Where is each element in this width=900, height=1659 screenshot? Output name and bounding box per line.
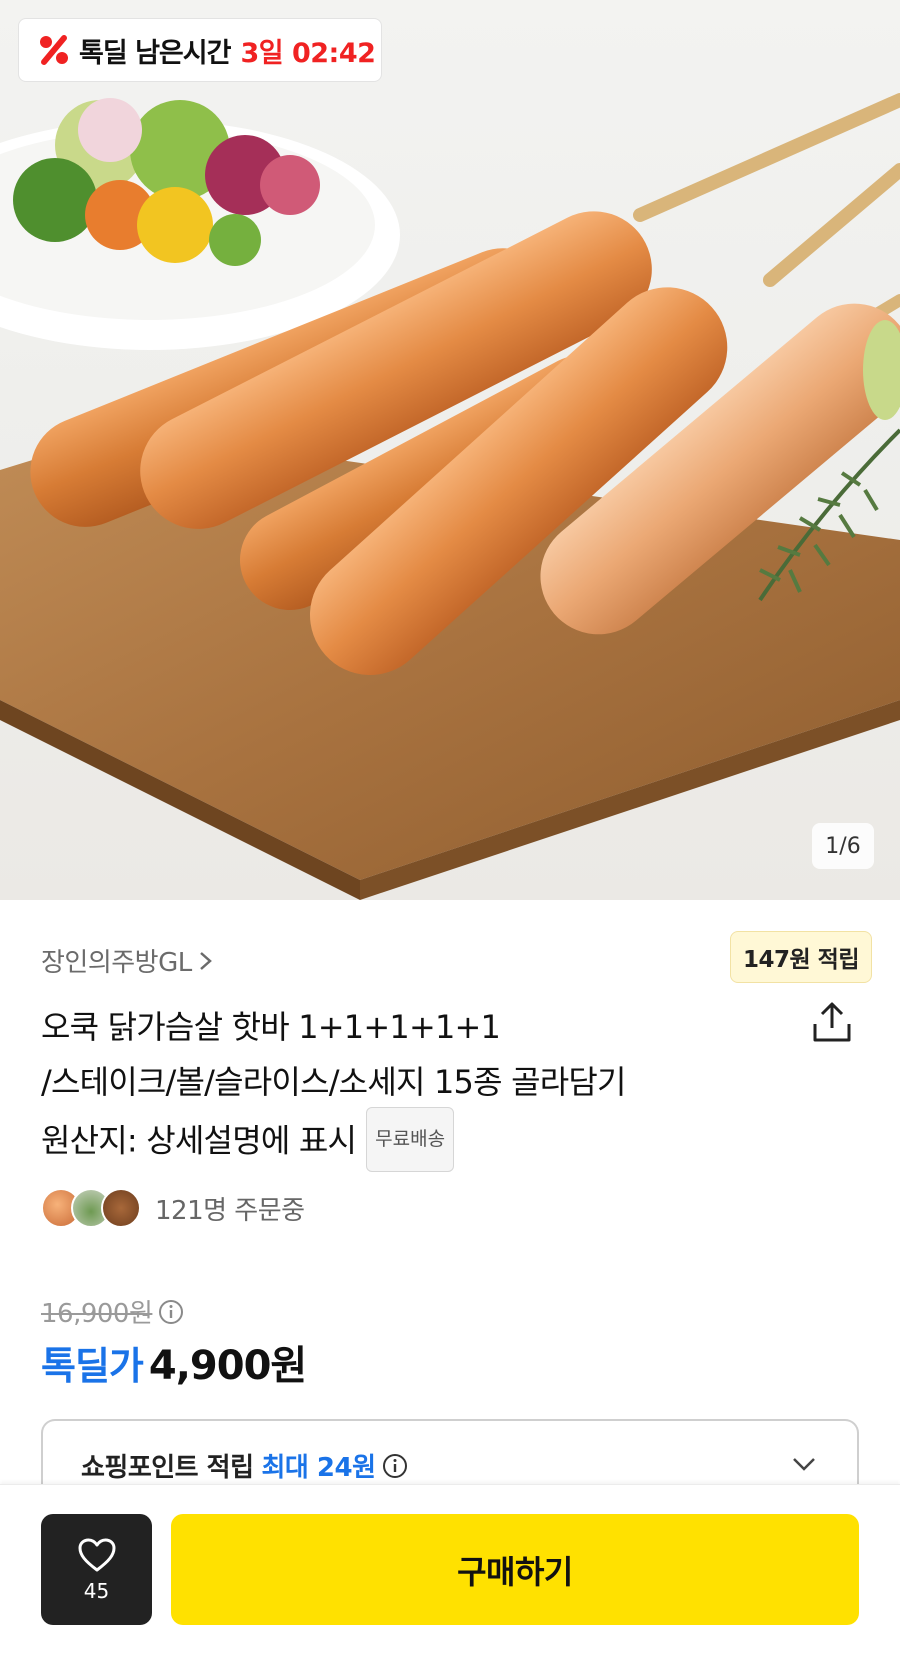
title-line-2: /스테이크/볼/슬라이스/소세지 15종 골라담기	[41, 1063, 626, 1101]
bottom-action-bar: 45 구매하기	[0, 1484, 900, 1659]
deal-timer-badge: 톡딜 남은시간 3일 02:42	[18, 18, 382, 82]
shopping-points-value: 최대 24원	[261, 1453, 377, 1483]
chevron-right-icon	[199, 951, 212, 970]
title-line-3: 원산지: 상세설명에 표시 무료배송	[41, 1107, 741, 1175]
share-icon[interactable]	[810, 1000, 854, 1044]
origin-text: 원산지: 상세설명에 표시	[41, 1121, 357, 1160]
percent-icon	[37, 33, 71, 67]
deal-price-row: 톡딜가 4,900원	[41, 1333, 307, 1391]
wishlist-count: 45	[83, 1578, 110, 1603]
deal-timer-label: 톡딜 남은시간	[79, 37, 231, 69]
deal-timer-remaining: 3일 02:42	[240, 37, 376, 69]
shopping-points-row: 쇼핑포인트 적립 최대 24원	[81, 1447, 408, 1484]
deal-price-label: 톡딜가	[41, 1344, 144, 1388]
original-price: 16,900원	[41, 1299, 153, 1329]
deal-price: 4,900원	[148, 1343, 307, 1389]
points-badge: 147원 적립	[730, 931, 872, 983]
seller-link[interactable]: 장인의주방GL	[41, 942, 214, 979]
image-counter: 1/6	[812, 823, 874, 869]
avatar	[101, 1188, 141, 1228]
product-title: 오쿡 닭가슴살 핫바 1+1+1+1+1 /스테이크/볼/슬라이스/소세지 15…	[41, 1000, 741, 1175]
heart-icon	[78, 1538, 115, 1571]
shopping-points-label: 쇼핑포인트 적립	[81, 1453, 254, 1483]
wishlist-button[interactable]: 45	[41, 1514, 152, 1625]
title-line-1: 오쿡 닭가슴살 핫바 1+1+1+1+1	[41, 1008, 501, 1046]
original-price-row: 16,900원	[41, 1293, 184, 1330]
chevron-down-icon[interactable]	[791, 1455, 817, 1473]
free-shipping-badge: 무료배송	[366, 1107, 455, 1172]
product-photo	[0, 93, 900, 900]
seller-name: 장인의주방GL	[41, 948, 192, 978]
buyers-row: 121명 주문중	[41, 1188, 305, 1228]
buy-button[interactable]: 구매하기	[171, 1514, 859, 1625]
buyer-avatars	[41, 1188, 141, 1228]
info-icon[interactable]	[158, 1299, 184, 1325]
info-icon[interactable]	[382, 1453, 408, 1479]
product-image[interactable]: 톡딜 남은시간 3일 02:42 1/6	[0, 0, 900, 900]
buyers-count: 121명 주문중	[155, 1195, 305, 1226]
